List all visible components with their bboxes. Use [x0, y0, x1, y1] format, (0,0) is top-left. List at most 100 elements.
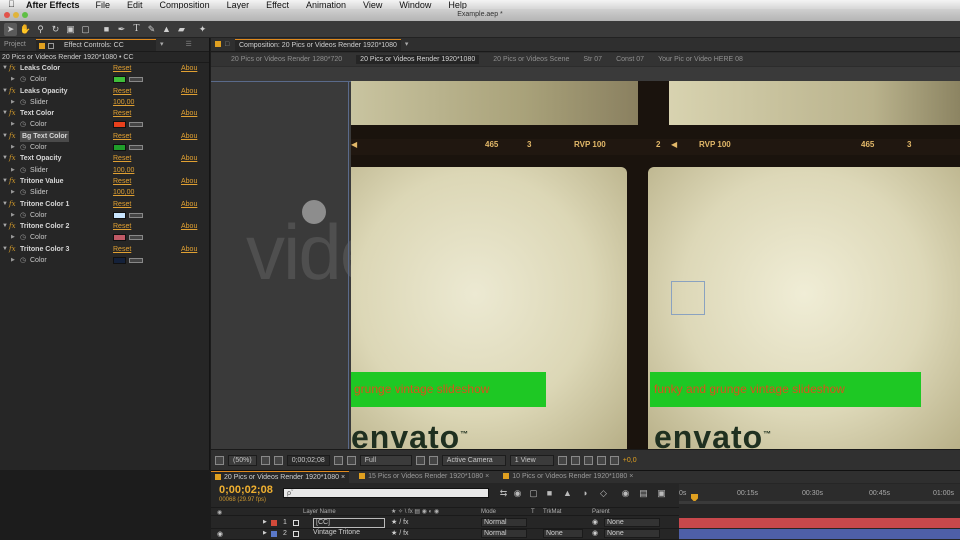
- effect-reset-link[interactable]: Reset: [113, 131, 131, 142]
- video-visibility-icon[interactable]: ◉: [217, 530, 223, 538]
- rectangle-tool-icon[interactable]: ■: [100, 23, 113, 36]
- draft-3d-icon[interactable]: ▢: [527, 487, 540, 499]
- clone-stamp-tool-icon[interactable]: ▲: [160, 23, 173, 36]
- stopwatch-icon[interactable]: ◷: [20, 119, 26, 130]
- region-of-interest-icon[interactable]: [415, 455, 425, 465]
- col-layer-name[interactable]: Layer Name: [303, 509, 336, 515]
- effect-about-link[interactable]: Abou: [181, 176, 197, 187]
- expand-triangle-icon[interactable]: ▶: [11, 187, 15, 198]
- expand-triangle-icon[interactable]: ▼: [2, 63, 8, 74]
- layer-name[interactable]: Vintage Tritone: [313, 529, 360, 536]
- live-update-icon[interactable]: ◉: [511, 487, 524, 499]
- stopwatch-icon[interactable]: ◷: [20, 210, 26, 221]
- type-tool-icon[interactable]: T: [130, 23, 143, 36]
- effect-about-link[interactable]: Abou: [181, 63, 197, 74]
- safe-zones-icon[interactable]: [260, 455, 270, 465]
- eyedropper-icon[interactable]: [129, 258, 143, 264]
- apple-icon[interactable]: : [8, 0, 18, 9]
- layer-row[interactable]: ◉ ▶ 2 Vintage Tritone ★ / fx Normal None ◉ None: [211, 529, 679, 540]
- effect-property-row[interactable]: ▶ ◷ Slider 100,00: [0, 187, 209, 198]
- col-t[interactable]: T: [531, 509, 535, 515]
- breadcrumb-item[interactable]: Str 07: [583, 56, 602, 63]
- color-swatch[interactable]: [113, 144, 126, 152]
- graph-editor-icon[interactable]: ▤: [637, 487, 650, 499]
- stopwatch-icon[interactable]: ◷: [20, 255, 26, 266]
- layer-parent-dropdown[interactable]: None: [604, 518, 660, 527]
- timeline-search-input[interactable]: ρˇ: [283, 488, 489, 498]
- eraser-tool-icon[interactable]: ▰: [175, 23, 188, 36]
- menu-effect[interactable]: Effect: [266, 0, 289, 9]
- menu-edit[interactable]: Edit: [127, 0, 143, 9]
- timeline-tab[interactable]: 15 Pics or Videos Render 1920*1080 ×: [355, 471, 493, 483]
- expand-triangle-icon[interactable]: ▶: [11, 142, 15, 153]
- effect-row[interactable]: ▼ fx Leaks Color Reset Abou: [0, 63, 209, 74]
- expand-triangle-icon[interactable]: ▶: [11, 232, 15, 243]
- effect-property-row[interactable]: ▶ ◷ Color: [0, 74, 209, 85]
- stopwatch-icon[interactable]: ◷: [20, 97, 26, 108]
- exposure-value[interactable]: +0,0: [623, 457, 637, 464]
- timeline-current-time[interactable]: 0;00;02;08: [219, 484, 273, 496]
- breadcrumb-item[interactable]: Const 07: [616, 56, 644, 63]
- col-trkmat[interactable]: TrkMat: [543, 509, 561, 515]
- effect-about-link[interactable]: Abou: [181, 153, 197, 164]
- panel-menu-icon[interactable]: ▾: [401, 39, 413, 51]
- layer-trkmat-dropdown[interactable]: None: [543, 529, 583, 538]
- expand-triangle-icon[interactable]: ▶: [11, 74, 15, 85]
- effect-row[interactable]: ▼ fx Leaks Opacity Reset Abou: [0, 86, 209, 97]
- expand-triangle-icon[interactable]: ▶: [11, 165, 15, 176]
- slider-value[interactable]: 100,00: [113, 187, 134, 198]
- expand-triangle-icon[interactable]: ▼: [2, 221, 8, 232]
- fx-toggle-icon[interactable]: fx: [9, 108, 16, 119]
- breadcrumb-item[interactable]: Your Pic or Video HERE 08: [658, 56, 743, 63]
- stopwatch-icon[interactable]: ◷: [20, 232, 26, 243]
- pan-behind-tool-icon[interactable]: ▢: [79, 23, 92, 36]
- fx-toggle-icon[interactable]: fx: [9, 221, 16, 232]
- show-channel-icon[interactable]: [346, 455, 356, 465]
- slider-value[interactable]: 100,00: [113, 97, 134, 108]
- stopwatch-icon[interactable]: ◷: [20, 74, 26, 85]
- effect-property-row[interactable]: ▶ ◷ Color: [0, 142, 209, 153]
- fx-toggle-icon[interactable]: fx: [9, 153, 16, 164]
- layer-duration-bar[interactable]: [679, 518, 960, 528]
- lock-icon[interactable]: [48, 43, 54, 49]
- close-window-button[interactable]: [4, 12, 10, 18]
- effect-reset-link[interactable]: Reset: [113, 221, 131, 232]
- camera-tool-icon[interactable]: ▣: [64, 23, 77, 36]
- menu-window[interactable]: Window: [399, 0, 431, 9]
- effect-about-link[interactable]: Abou: [181, 86, 197, 97]
- col-mode[interactable]: Mode: [481, 509, 496, 515]
- label-color-icon[interactable]: [271, 531, 277, 537]
- magnification-dropdown[interactable]: (50%): [228, 454, 257, 466]
- work-area-bar[interactable]: [679, 501, 960, 504]
- effect-row[interactable]: ▼ fx Tritone Color 3 Reset Abou: [0, 244, 209, 255]
- breadcrumb-item[interactable]: 20 Pics or Videos Scene: [493, 56, 569, 63]
- breadcrumb-item[interactable]: 20 Pics or Videos Render 1920*1080: [356, 55, 480, 64]
- expand-triangle-icon[interactable]: ▼: [2, 244, 8, 255]
- selection-tool-icon[interactable]: ➤: [4, 22, 17, 36]
- eyedropper-icon[interactable]: [129, 77, 143, 83]
- color-swatch[interactable]: [113, 257, 126, 265]
- layer-trkmat-dropdown[interactable]: [543, 518, 583, 527]
- label-color-icon[interactable]: [271, 520, 277, 526]
- fx-toggle-icon[interactable]: fx: [9, 131, 16, 142]
- zoom-tool-icon[interactable]: ⚲: [34, 23, 47, 36]
- expand-triangle-icon[interactable]: ▼: [2, 176, 8, 187]
- expand-triangle-icon[interactable]: ▶: [263, 519, 267, 525]
- expand-triangle-icon[interactable]: ▼: [2, 108, 8, 119]
- layer-switches-icons[interactable]: ★ / fx: [391, 529, 409, 537]
- parent-pickwhip-icon[interactable]: ◉: [592, 518, 598, 526]
- effect-reset-link[interactable]: Reset: [113, 108, 131, 119]
- resolution-dropdown[interactable]: Full: [359, 454, 412, 466]
- camera-dropdown[interactable]: Active Camera: [441, 454, 506, 466]
- menu-composition[interactable]: Composition: [160, 0, 210, 9]
- tab-composition[interactable]: Composition: 20 Pics or Videos Render 19…: [235, 39, 401, 51]
- breadcrumb-item[interactable]: 20 Pics or Videos Render 1280*720: [231, 56, 342, 63]
- effect-row[interactable]: ▼ fx Bg Text Color Reset Abou: [0, 130, 209, 143]
- mask-visibility-icon[interactable]: [273, 455, 283, 465]
- eyedropper-icon[interactable]: [129, 122, 143, 128]
- brush-tool-icon[interactable]: ✎: [145, 23, 158, 36]
- close-tab-icon[interactable]: ×: [485, 473, 489, 480]
- effect-about-link[interactable]: Abou: [181, 199, 197, 210]
- effect-reset-link[interactable]: Reset: [113, 153, 131, 164]
- effect-property-row[interactable]: ▶ ◷ Slider 100,00: [0, 97, 209, 108]
